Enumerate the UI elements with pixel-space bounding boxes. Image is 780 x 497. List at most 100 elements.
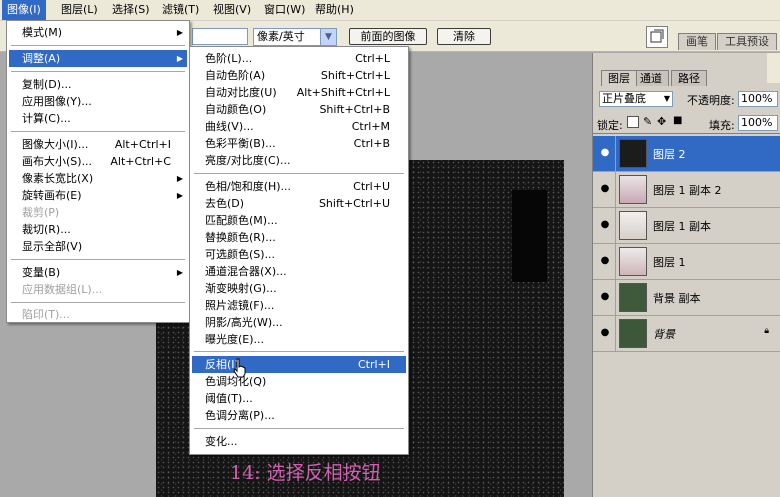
- layer-row[interactable]: ● 背景 🔒︎: [593, 316, 780, 352]
- layer-thumbnail: [619, 139, 647, 168]
- submenu-arrow-icon: ▶: [176, 268, 183, 277]
- layer-name: 图层 2: [653, 148, 686, 161]
- menu-view[interactable]: 视图(V): [208, 0, 256, 20]
- menu-item-desaturate[interactable]: 去色(D) Shift+Ctrl+U: [192, 195, 406, 212]
- eye-icon[interactable]: ●: [599, 254, 611, 268]
- menu-item-duplicate[interactable]: 复制(D)...: [9, 76, 187, 93]
- menu-item-match-color[interactable]: 匹配颜色(M)...: [192, 212, 406, 229]
- menu-item-auto-contrast[interactable]: 自动对比度(U) Alt+Shift+Ctrl+L: [192, 84, 406, 101]
- menu-item-levels[interactable]: 色阶(L)... Ctrl+L: [192, 50, 406, 67]
- eye-icon[interactable]: ●: [599, 326, 611, 340]
- panel-scrollbar[interactable]: [767, 53, 780, 83]
- layer-name: 图层 1: [653, 256, 686, 269]
- tab-layers[interactable]: 图层: [601, 70, 637, 86]
- menu-item-variations[interactable]: 变化...: [192, 433, 406, 450]
- menu-item-replace-color[interactable]: 替换颜色(R)...: [192, 229, 406, 246]
- layer-name: 背景 副本: [653, 292, 701, 305]
- menu-item-selective-color[interactable]: 可选颜色(S)...: [192, 246, 406, 263]
- menu-item-calculations[interactable]: 计算(C)...: [9, 110, 187, 127]
- menu-item-exposure[interactable]: 曝光度(E)...: [192, 331, 406, 348]
- layer-thumbnail: [619, 247, 647, 276]
- layer-thumbnail: [619, 283, 647, 312]
- lock-icon: 🔒︎: [764, 326, 769, 336]
- layers-list: ● 图层 2 ● 图层 1 副本 2 ● 图层 1 副本 ● 图层 1 ● 背景…: [593, 133, 780, 433]
- menu-window[interactable]: 窗口(W): [259, 0, 310, 20]
- opacity-label: 不透明度:: [687, 94, 735, 107]
- menu-item-apply-data-set: 应用数据组(L)...: [22, 283, 103, 296]
- clear-button[interactable]: 清除: [437, 28, 491, 45]
- layer-row[interactable]: ● 图层 1 副本: [593, 208, 780, 244]
- tab-channels[interactable]: 通道: [633, 70, 669, 86]
- menu-item-trap: 陷印(T)...: [22, 308, 70, 321]
- fill-label: 填充:: [709, 119, 735, 132]
- tab-tool-presets[interactable]: 工具预设: [717, 33, 777, 50]
- menu-select[interactable]: 选择(S): [107, 0, 155, 20]
- blend-mode-value: 正片叠底: [602, 92, 646, 105]
- hand-cursor-icon: [233, 358, 246, 378]
- menu-item-auto-color[interactable]: 自动颜色(O) Shift+Ctrl+B: [192, 101, 406, 118]
- menu-item-canvas-size[interactable]: 画布大小(S)... Alt+Ctrl+C: [9, 153, 187, 170]
- adjustments-submenu: 色阶(L)... Ctrl+L 自动色阶(A) Shift+Ctrl+L 自动对比度…: [189, 46, 409, 455]
- menu-bar: 图像(I) 图层(L) 选择(S) 滤镜(T) 视图(V) 窗口(W) 帮助(H…: [0, 0, 780, 21]
- chevron-down-icon: ▼: [663, 94, 670, 103]
- menu-item-rotate-canvas[interactable]: 旋转画布(E) ▶: [9, 187, 187, 204]
- submenu-arrow-icon: ▶: [176, 191, 183, 200]
- submenu-arrow-icon: ▶: [176, 54, 183, 63]
- eye-icon[interactable]: ●: [599, 218, 611, 232]
- menu-filter[interactable]: 滤镜(T): [157, 0, 204, 20]
- menu-item-apply-image[interactable]: 应用图像(Y)...: [9, 93, 187, 110]
- menu-item-adjustments[interactable]: 调整(A) ▶: [9, 50, 187, 67]
- menu-help[interactable]: 帮助(H): [310, 0, 359, 20]
- submenu-arrow-icon: ▶: [176, 174, 183, 183]
- menu-item-pixel-aspect[interactable]: 像素长宽比(X) ▶: [9, 170, 187, 187]
- menu-image[interactable]: 图像(I): [2, 0, 46, 20]
- palette-well-icon[interactable]: [646, 26, 668, 48]
- eye-icon[interactable]: ●: [599, 146, 611, 160]
- resolution-field[interactable]: [192, 28, 248, 45]
- tab-brushes[interactable]: 画笔: [678, 33, 716, 50]
- menu-item-shadow-highlight[interactable]: 阴影/高光(W)...: [192, 314, 406, 331]
- layer-row[interactable]: ● 图层 2: [593, 136, 780, 172]
- tab-paths[interactable]: 路径: [671, 70, 707, 86]
- menu-item-mode[interactable]: 模式(M) ▶: [9, 24, 187, 41]
- menu-item-auto-levels[interactable]: 自动色阶(A) Shift+Ctrl+L: [192, 67, 406, 84]
- menu-item-channel-mixer[interactable]: 通道混合器(X)...: [192, 263, 406, 280]
- layers-panel: 图层 通道 路径 正片叠底 ▼ 不透明度: 100% 锁定: ✎ ✥ ■ 填充:…: [592, 53, 780, 497]
- layer-row[interactable]: ● 图层 1: [593, 244, 780, 280]
- front-image-button[interactable]: 前面的图像: [349, 28, 427, 45]
- menu-item-reveal-all[interactable]: 显示全部(V): [9, 238, 187, 255]
- layer-thumbnail: [619, 175, 647, 204]
- menu-item-gradient-map[interactable]: 渐变映射(G)...: [192, 280, 406, 297]
- eye-icon[interactable]: ●: [599, 182, 611, 196]
- layer-row[interactable]: ● 图层 1 副本 2: [593, 172, 780, 208]
- submenu-arrow-icon: ▶: [176, 28, 183, 37]
- layer-name: 图层 1 副本 2: [653, 184, 722, 197]
- blend-mode-select[interactable]: 正片叠底 ▼: [599, 91, 673, 107]
- layer-thumbnail: [619, 211, 647, 240]
- menu-item-posterize[interactable]: 色调分离(P)...: [192, 407, 406, 424]
- layer-thumbnail: [619, 319, 647, 348]
- opacity-input[interactable]: 100%: [738, 91, 778, 107]
- menu-item-photo-filter[interactable]: 照片滤镜(F)...: [192, 297, 406, 314]
- unit-select[interactable]: 像素/英寸 ▼: [253, 28, 337, 46]
- menu-item-variables[interactable]: 变量(B) ▶: [9, 264, 187, 281]
- menu-layer[interactable]: 图层(L): [56, 0, 103, 20]
- lock-move-icon[interactable]: ✥: [657, 115, 666, 128]
- lock-paint-icon[interactable]: ✎: [643, 115, 652, 128]
- fill-input[interactable]: 100%: [738, 115, 778, 131]
- canvas-dark-region: [512, 190, 547, 282]
- menu-item-hue-saturation[interactable]: 色相/饱和度(H)... Ctrl+U: [192, 178, 406, 195]
- menu-item-trim[interactable]: 裁切(R)...: [9, 221, 187, 238]
- menu-item-image-size[interactable]: 图像大小(I)... Alt+Ctrl+I: [9, 136, 187, 153]
- layer-row[interactable]: ● 背景 副本: [593, 280, 780, 316]
- lock-transparency-icon[interactable]: [627, 116, 639, 128]
- menu-item-curves[interactable]: 曲线(V)... Ctrl+M: [192, 118, 406, 135]
- menu-item-threshold[interactable]: 阈值(T)...: [192, 390, 406, 407]
- menu-item-brightness-contrast[interactable]: 亮度/对比度(C)...: [192, 152, 406, 169]
- menu-item-equalize[interactable]: 色调均化(Q): [192, 373, 406, 390]
- tutorial-caption: 14: 选择反相按钮: [230, 462, 381, 484]
- lock-all-icon[interactable]: ■: [673, 115, 682, 126]
- menu-item-invert[interactable]: 反相(I) Ctrl+I: [192, 356, 406, 373]
- eye-icon[interactable]: ●: [599, 290, 611, 304]
- menu-item-color-balance[interactable]: 色彩平衡(B)... Ctrl+B: [192, 135, 406, 152]
